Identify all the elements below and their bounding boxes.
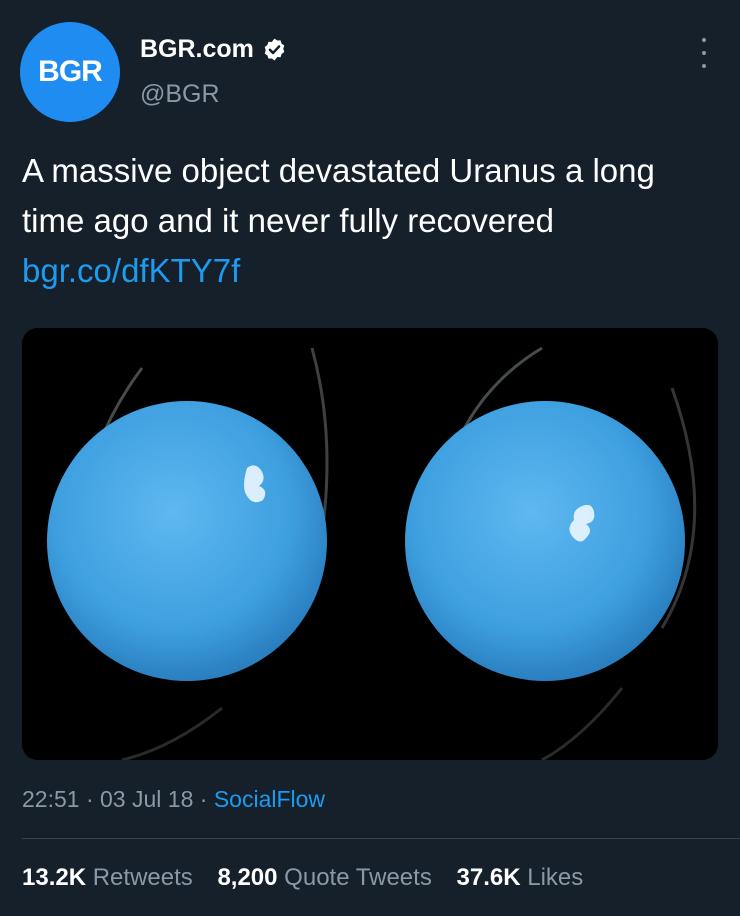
tweet-link[interactable]: bgr.co/dfKTY7f — [22, 252, 240, 289]
tweet-stats: 13.2K Retweets 8,200 Quote Tweets 37.6K … — [22, 864, 601, 892]
tweet-body: A massive object devastated Uranus a lon… — [22, 152, 655, 239]
quote-tweets-label: Quote Tweets — [284, 864, 432, 891]
meta-separator: · — [193, 786, 214, 812]
quote-tweets-stat[interactable]: 8,200 Quote Tweets — [217, 864, 431, 892]
tweet-source[interactable]: SocialFlow — [214, 786, 325, 812]
tweet-text: A massive object devastated Uranus a lon… — [22, 146, 722, 296]
retweets-label: Retweets — [92, 864, 193, 891]
uranus-image — [22, 328, 718, 760]
retweets-count: 13.2K — [22, 864, 87, 891]
tweet-time[interactable]: 22:51 — [22, 786, 80, 812]
author-name-row: BGR.com — [140, 35, 287, 64]
divider — [22, 838, 740, 839]
avatar-logo-text: BGR — [38, 55, 103, 88]
tweet-media-image[interactable] — [22, 328, 718, 760]
verified-badge-icon — [264, 38, 285, 61]
likes-label: Likes — [527, 864, 584, 891]
likes-stat[interactable]: 37.6K Likes — [457, 864, 584, 892]
tweet-date[interactable]: 03 Jul 18 — [100, 786, 193, 812]
more-vertical-icon[interactable] — [692, 38, 716, 68]
likes-count: 37.6K — [456, 864, 521, 891]
quote-tweets-count: 8,200 — [217, 864, 278, 891]
author-display-name[interactable]: BGR.com — [140, 35, 254, 64]
avatar[interactable]: BGR — [20, 22, 120, 122]
author-handle[interactable]: @BGR — [140, 80, 220, 109]
tweet-meta: 22:51 · 03 Jul 18 · SocialFlow — [22, 786, 325, 813]
meta-separator: · — [79, 786, 101, 812]
retweets-stat[interactable]: 13.2K Retweets — [22, 864, 193, 892]
